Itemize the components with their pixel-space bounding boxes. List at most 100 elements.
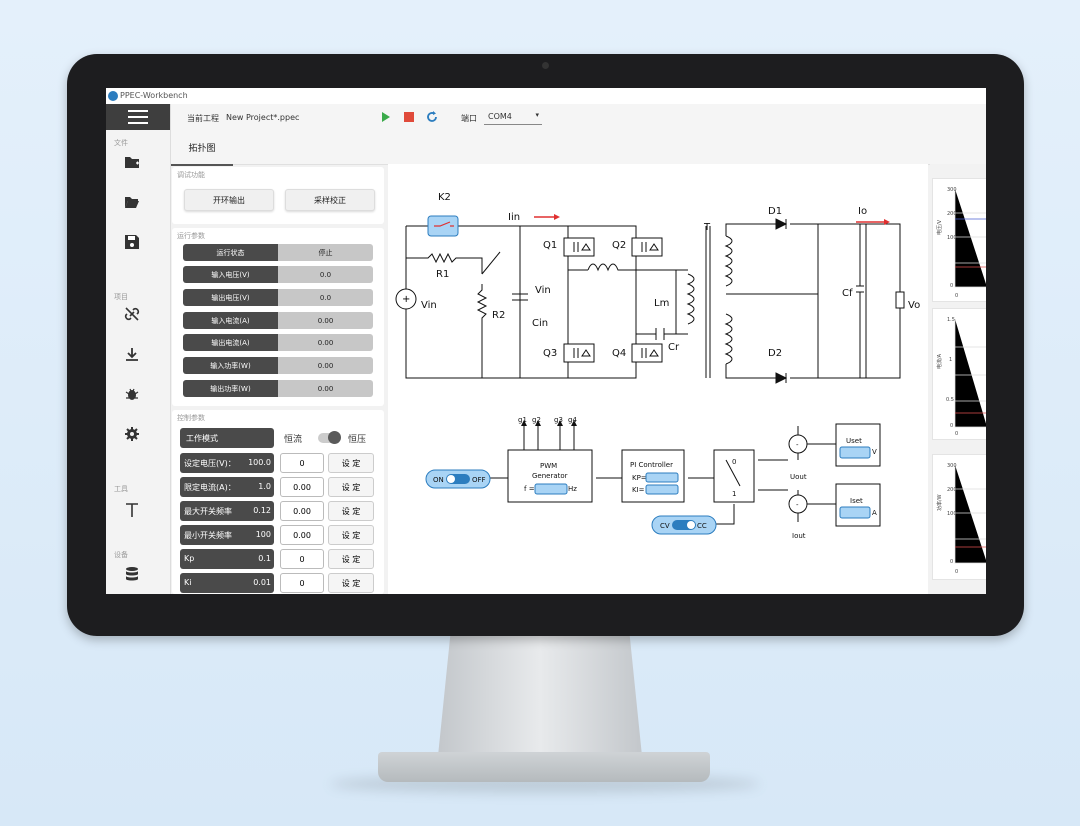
toggle-on-label: ON	[433, 476, 444, 484]
status-row-label: 输出电流(A)	[183, 334, 278, 351]
gear-icon[interactable]	[124, 426, 140, 442]
param-input[interactable]: 0	[280, 549, 324, 569]
param-value: 1.0	[258, 482, 271, 491]
iset-input[interactable]	[839, 506, 871, 519]
download-icon[interactable]	[124, 346, 140, 362]
refresh-icon[interactable]	[425, 110, 439, 124]
param-label: Kp	[184, 554, 195, 563]
label-r1: R1	[436, 269, 449, 280]
status-row: 输出电流(A) 0.00	[183, 334, 373, 351]
switch-0-label: 0	[732, 458, 736, 466]
stop-icon[interactable]	[404, 112, 414, 122]
chevron-down-icon: ▾	[535, 111, 539, 119]
set-button[interactable]: 设 定	[328, 525, 374, 545]
param-name-box: Kp 0.1	[180, 549, 274, 569]
set-button[interactable]: 设 定	[328, 573, 374, 593]
sidebar-section-file: 文件	[114, 139, 128, 147]
label-g4: g4	[568, 416, 577, 424]
current-chart-svg: 1.5 1 0.5 0 0 电流/A	[936, 317, 986, 437]
label-t: T	[703, 222, 711, 233]
param-input[interactable]: 0.00	[280, 525, 324, 545]
param-name-box: 限定电流(A)： 1.0	[180, 477, 274, 497]
control-params-panel: 控制参数 工作模式 恒流 恒压 设定电压(V)： 100.0 0 设 定 限定电流(A…	[172, 410, 384, 594]
uset-unit: V	[872, 448, 877, 456]
set-button[interactable]: 设 定	[328, 477, 374, 497]
param-input[interactable]: 0.00	[280, 477, 324, 497]
save-icon[interactable]	[124, 234, 140, 250]
label-q4: Q4	[612, 348, 626, 359]
mosfet-q1	[563, 237, 595, 257]
param-input[interactable]: 0	[280, 453, 324, 473]
current-tick: 1	[949, 357, 952, 363]
power-tick: 300	[947, 463, 957, 469]
power-ylabel: 功率/W	[936, 494, 943, 511]
set-button[interactable]: 设 定	[328, 549, 374, 569]
port-select[interactable]: COM4 ▾	[484, 108, 542, 125]
hamburger-icon	[128, 116, 148, 118]
run-params-panel: 运行参数 运行状态 停止 输入电压(V) 0.0 输出电压(V) 0.0 输入电流(A…	[172, 228, 384, 406]
status-row: 输入功率(W) 0.00	[183, 357, 373, 374]
text-tool-icon[interactable]	[124, 502, 140, 518]
status-row-value: 0.00	[278, 380, 373, 397]
pwm-frequency-input[interactable]	[534, 483, 568, 495]
mosfet-q4	[631, 343, 663, 363]
menu-button[interactable]	[106, 104, 170, 130]
param-input[interactable]: 0	[280, 573, 324, 593]
status-row-label: 输出电压(V)	[183, 289, 278, 306]
uset-input[interactable]	[839, 446, 871, 459]
label-vo: Vo	[908, 300, 920, 311]
open-loop-output-button[interactable]: 开环输出	[184, 189, 274, 211]
pwm-subtitle: Generator	[532, 472, 568, 480]
app-logo-icon	[108, 91, 118, 101]
voltage-xtick: 0	[955, 293, 958, 299]
monitor-stand-base	[378, 752, 710, 782]
label-k2: K2	[438, 192, 451, 203]
pi-ki-input[interactable]	[645, 484, 679, 495]
open-folder-icon[interactable]	[124, 194, 140, 210]
topology-canvas[interactable]: + K2 Iin R1 R2 Vin Vin Cin Q1 Q2 Q3 Q4 L…	[388, 164, 928, 594]
mode-cv-label: 恒压	[348, 435, 367, 445]
param-input[interactable]: 0.00	[280, 501, 324, 521]
param-row: 设定电压(V)： 100.0 0 设 定	[180, 453, 380, 473]
param-value: 0.1	[258, 554, 271, 563]
pi-ki-label: KI=	[632, 486, 645, 494]
set-button[interactable]: 设 定	[328, 453, 374, 473]
label-q3: Q3	[543, 348, 557, 359]
d1-diode-icon	[775, 218, 788, 230]
database-icon[interactable]	[124, 566, 140, 582]
param-label: 最大开关频率	[184, 507, 232, 516]
set-button[interactable]: 设 定	[328, 501, 374, 521]
current-tick: 0.5	[946, 397, 954, 403]
sample-calibrate-button[interactable]: 采样校正	[285, 189, 375, 211]
power-xtick: 0	[955, 569, 958, 575]
mode-toggle[interactable]	[318, 431, 341, 444]
power-tick: 100	[947, 511, 957, 517]
monitor-charts: 300 200 100 0 0 电压/V 1.5 1 0.5 0 0 电流/A …	[930, 164, 986, 594]
power-chart: 300 200 100 0 0 功率/W	[932, 454, 986, 580]
sidebar-section-tools: 工具	[114, 485, 128, 493]
on-off-toggle-knob	[447, 475, 455, 483]
tab-topology[interactable]: 拓扑图	[171, 130, 233, 166]
power-tick: 0	[950, 559, 953, 565]
bug-icon[interactable]	[124, 386, 140, 402]
pi-kp-input[interactable]	[645, 472, 679, 483]
pi-title: PI Controller	[630, 461, 673, 469]
pwm-f-label: f =	[524, 485, 535, 493]
new-folder-icon[interactable]	[124, 154, 140, 170]
status-row-value: 0.0	[278, 266, 373, 283]
iin-arrowhead-icon	[554, 214, 560, 220]
unlink-icon[interactable]	[124, 306, 140, 322]
label-d1: D1	[768, 206, 782, 217]
param-label: Ki	[184, 578, 192, 587]
status-row-value: 0.00	[278, 312, 373, 329]
param-label: 最小开关频率	[184, 531, 232, 540]
app-window: PPEC-Workbench 文件 项目 工具 设备 当前工程 New Proj…	[106, 88, 986, 594]
run-panel-title: 运行参数	[177, 232, 205, 240]
status-row-value: 0.0	[278, 289, 373, 306]
run-icon[interactable]	[381, 112, 391, 122]
status-row-label: 输入功率(W)	[183, 357, 278, 374]
mosfet-q2	[631, 237, 663, 257]
status-row-label: 运行状态	[183, 244, 278, 261]
param-name-box: 最小开关频率 100	[180, 525, 274, 545]
param-label: 设定电压(V)：	[184, 459, 236, 468]
